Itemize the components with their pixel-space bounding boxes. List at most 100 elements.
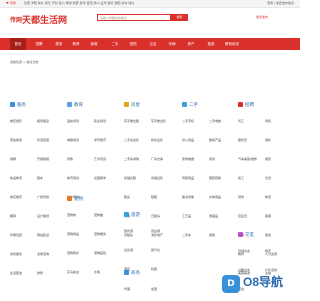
- category-link[interactable]: 印刷包装: [10, 233, 37, 243]
- category-link[interactable]: 语言培训: [67, 119, 94, 129]
- category-link[interactable]: 网站建设: [37, 233, 64, 243]
- category-link[interactable]: 搬家搬运: [37, 119, 64, 129]
- category-link[interactable]: 写字楼出租: [124, 119, 151, 129]
- category-link[interactable]: 加盟: [151, 287, 178, 297]
- logo-icon[interactable]: 传网: [10, 15, 22, 24]
- nav-item[interactable]: 服务: [50, 38, 68, 50]
- site-name[interactable]: 天都生活网: [22, 13, 67, 26]
- category-title[interactable]: 旅游: [124, 212, 140, 218]
- category-title[interactable]: 商务: [124, 270, 140, 276]
- category-link[interactable]: 短租: [151, 195, 178, 205]
- category-link[interactable]: 花鸟鱼虫: [67, 270, 94, 280]
- category-link[interactable]: 宠物猫: [94, 213, 121, 223]
- category-link[interactable]: 开锁换锁: [37, 157, 64, 167]
- category-link[interactable]: 保姆: [10, 157, 37, 167]
- category-link[interactable]: 二手手机: [182, 119, 209, 129]
- category-link[interactable]: 国内游: [124, 229, 151, 239]
- category-link[interactable]: 文体用品: [209, 195, 236, 205]
- category-link[interactable]: 出国留学: [94, 176, 121, 186]
- category-link[interactable]: 广告传媒: [37, 195, 64, 205]
- category-link[interactable]: 律师: [37, 271, 64, 281]
- nav-item[interactable]: 房产: [182, 38, 200, 50]
- category-link[interactable]: 宠物寄养: [67, 251, 94, 261]
- category-link[interactable]: 新房出售: [151, 138, 178, 148]
- search-input[interactable]: 请输入你要找的信息: [97, 14, 171, 21]
- category-link[interactable]: 婚恋: [265, 249, 292, 259]
- category-link[interactable]: 婚庆摄影: [10, 119, 37, 129]
- category-link[interactable]: 家政保洁: [10, 138, 37, 148]
- category-link[interactable]: 其他: [209, 233, 236, 243]
- category-link[interactable]: 服务员: [238, 138, 265, 148]
- category-link[interactable]: 技工: [238, 176, 265, 186]
- category-link[interactable]: 艺术培训: [94, 157, 121, 167]
- category-link[interactable]: 日租房: [151, 214, 178, 224]
- category-link[interactable]: 体育培训: [67, 176, 94, 186]
- city-switch[interactable]: ♥ 河南: [6, 1, 16, 5]
- category-link[interactable]: 二手车: [182, 233, 209, 243]
- category-link[interactable]: 机票: [151, 267, 178, 277]
- category-link[interactable]: 宠物用品: [67, 232, 94, 242]
- nav-item[interactable]: 宠物: [124, 38, 142, 50]
- category-link[interactable]: 商铺出租: [124, 176, 151, 186]
- category-link[interactable]: 厂房仓库: [151, 157, 178, 167]
- category-link[interactable]: 周边游: [151, 229, 178, 239]
- category-link[interactable]: 宠物服务: [94, 232, 121, 242]
- category-title[interactable]: 宠物: [67, 196, 83, 202]
- category-title[interactable]: 二手: [182, 102, 198, 108]
- category-link[interactable]: 宠物狗: [67, 213, 94, 223]
- category-link[interactable]: 营业员: [238, 214, 265, 224]
- nav-item[interactable]: 车辆: [163, 38, 181, 50]
- category-link[interactable]: 文员: [265, 176, 292, 186]
- category-link[interactable]: 快递物流: [10, 176, 37, 186]
- category-link[interactable]: 保洁: [265, 233, 292, 243]
- city-links[interactable]: 长葛 洋阳 新乡 尉氏 开封 栾川 渑池 新野 延津 宜阳 伊川 孟津 镇平 淮…: [24, 1, 194, 5]
- category-link[interactable]: 办公用品: [182, 138, 209, 148]
- category-link[interactable]: 租车: [37, 176, 64, 186]
- category-link[interactable]: 商务服务: [10, 252, 37, 262]
- nav-item[interactable]: 招聘: [30, 38, 48, 50]
- category-link[interactable]: 宠物医院: [94, 251, 121, 261]
- nav-item[interactable]: 教育培训: [223, 38, 241, 50]
- category-link[interactable]: 代理: [124, 287, 151, 297]
- category-link[interactable]: 鲜花婚庆: [10, 195, 37, 205]
- category-link[interactable]: 家用电器: [182, 157, 209, 167]
- nav-item[interactable]: 家政: [85, 38, 103, 50]
- category-link[interactable]: 物流: [265, 195, 292, 205]
- category-link[interactable]: 汽车美容/维修: [238, 157, 265, 167]
- category-link[interactable]: 二手电脑: [209, 119, 236, 129]
- category-link[interactable]: 数码产品: [209, 138, 236, 148]
- category-title[interactable]: 交友: [238, 232, 254, 238]
- category-link[interactable]: 翻译: [10, 214, 37, 224]
- nav-item[interactable]: 首页: [10, 38, 26, 50]
- category-link[interactable]: 二手房求购: [124, 157, 151, 167]
- category-link[interactable]: 财务: [238, 195, 265, 205]
- category-link[interactable]: 出境游: [124, 248, 151, 258]
- category-title[interactable]: 服务: [10, 102, 26, 108]
- category-title[interactable]: 房屋: [124, 102, 140, 108]
- category-link[interactable]: 法律咨询: [37, 252, 64, 262]
- category-link[interactable]: 司机: [265, 119, 292, 129]
- category-link[interactable]: 客服: [265, 214, 292, 224]
- category-link[interactable]: 设计策划: [37, 214, 64, 224]
- category-link[interactable]: 电脑培训: [67, 138, 94, 148]
- category-link[interactable]: 同城交友: [238, 249, 265, 259]
- category-link[interactable]: 家具: [209, 157, 236, 167]
- category-title[interactable]: 招聘: [238, 102, 254, 108]
- category-link[interactable]: 普工: [238, 119, 265, 129]
- category-link[interactable]: 商铺出售: [151, 176, 178, 186]
- category-link[interactable]: 工艺品: [182, 214, 209, 224]
- category-link[interactable]: 租房: [124, 195, 151, 205]
- category-link[interactable]: 二手房出售: [124, 138, 151, 148]
- category-link[interactable]: 图书音像: [182, 195, 209, 205]
- category-link[interactable]: 学历教育: [94, 138, 121, 148]
- nav-item[interactable]: 交友: [144, 38, 162, 50]
- category-link[interactable]: 家教: [67, 157, 94, 167]
- category-link[interactable]: 职业培训: [94, 119, 121, 129]
- category-link[interactable]: 写字楼出售: [151, 119, 178, 129]
- nav-item[interactable]: 旅游: [202, 38, 220, 50]
- nav-item[interactable]: 教育: [67, 38, 85, 50]
- nav-item[interactable]: 二手: [106, 38, 124, 50]
- category-link[interactable]: 旅行社: [151, 248, 178, 258]
- category-link[interactable]: 水族: [94, 270, 121, 280]
- login-links[interactable]: 登录 | 免费发布信息: [267, 1, 294, 5]
